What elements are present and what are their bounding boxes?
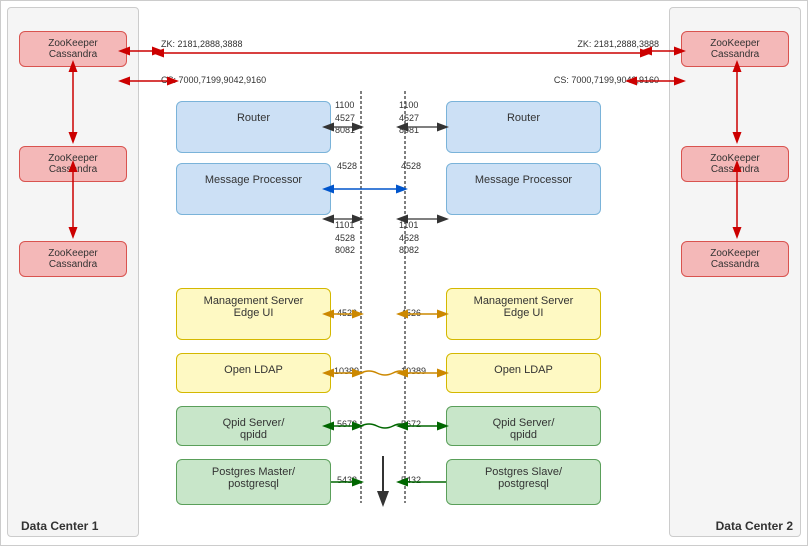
cs-port-right: CS: 7000,7199,9042,9160 xyxy=(499,75,659,87)
dc-right-label: Data Center 2 xyxy=(716,519,793,533)
qpid-left: Qpid Server/ qpidd xyxy=(176,406,331,446)
pg-left: Postgres Master/ postgresql xyxy=(176,459,331,505)
zk-port-left: ZK: 2181,2888,3888 xyxy=(161,39,243,51)
zk-port-right: ZK: 2181,2888,3888 xyxy=(529,39,659,51)
router-right: Router xyxy=(446,101,601,153)
mp-port-top-left: 4528 xyxy=(337,161,357,173)
pg-right: Postgres Slave/ postgresql xyxy=(446,459,601,505)
mp-left: Message Processor xyxy=(176,163,331,215)
ldap-left: Open LDAP xyxy=(176,353,331,393)
ldap-port-right: 10389 xyxy=(401,366,426,378)
ms-port-left: 4526 xyxy=(337,308,357,320)
qpid-port-left: 5672 xyxy=(337,419,357,431)
cs-port-left: CS: 7000,7199,9042,9160 xyxy=(161,75,266,87)
router-port-right: 110045278081 xyxy=(399,99,419,137)
ms-left: Management Server Edge UI xyxy=(176,288,331,340)
pg-port-left: 5432 xyxy=(337,475,357,487)
zk-left-1: ZooKeeper Cassandra xyxy=(19,31,127,67)
zk-right-3: ZooKeeper Cassandra xyxy=(681,241,789,277)
dc-left-label: Data Center 1 xyxy=(21,519,98,533)
pg-port-right: 5432 xyxy=(401,475,421,487)
qpid-right: Qpid Server/ qpidd xyxy=(446,406,601,446)
qpid-port-right: 5672 xyxy=(401,419,421,431)
zk-left-3: ZooKeeper Cassandra xyxy=(19,241,127,277)
zk-right-2: ZooKeeper Cassandra xyxy=(681,146,789,182)
zk-left-2: ZooKeeper Cassandra xyxy=(19,146,127,182)
mp-port-top-right: 4528 xyxy=(401,161,421,173)
ldap-right: Open LDAP xyxy=(446,353,601,393)
mp-port-bottom-right: 110145288082 xyxy=(399,219,419,257)
router-port-left: 110045278081 xyxy=(335,99,355,137)
ldap-port-left: 10389 xyxy=(334,366,359,378)
ms-port-right: 4526 xyxy=(401,308,421,320)
ms-right: Management Server Edge UI xyxy=(446,288,601,340)
router-left: Router xyxy=(176,101,331,153)
mp-right: Message Processor xyxy=(446,163,601,215)
zk-right-1: ZooKeeper Cassandra xyxy=(681,31,789,67)
mp-port-bottom-left: 110145288082 xyxy=(335,219,355,257)
main-diagram: Data Center 1 Data Center 2 ZooKeeper Ca… xyxy=(0,0,808,546)
